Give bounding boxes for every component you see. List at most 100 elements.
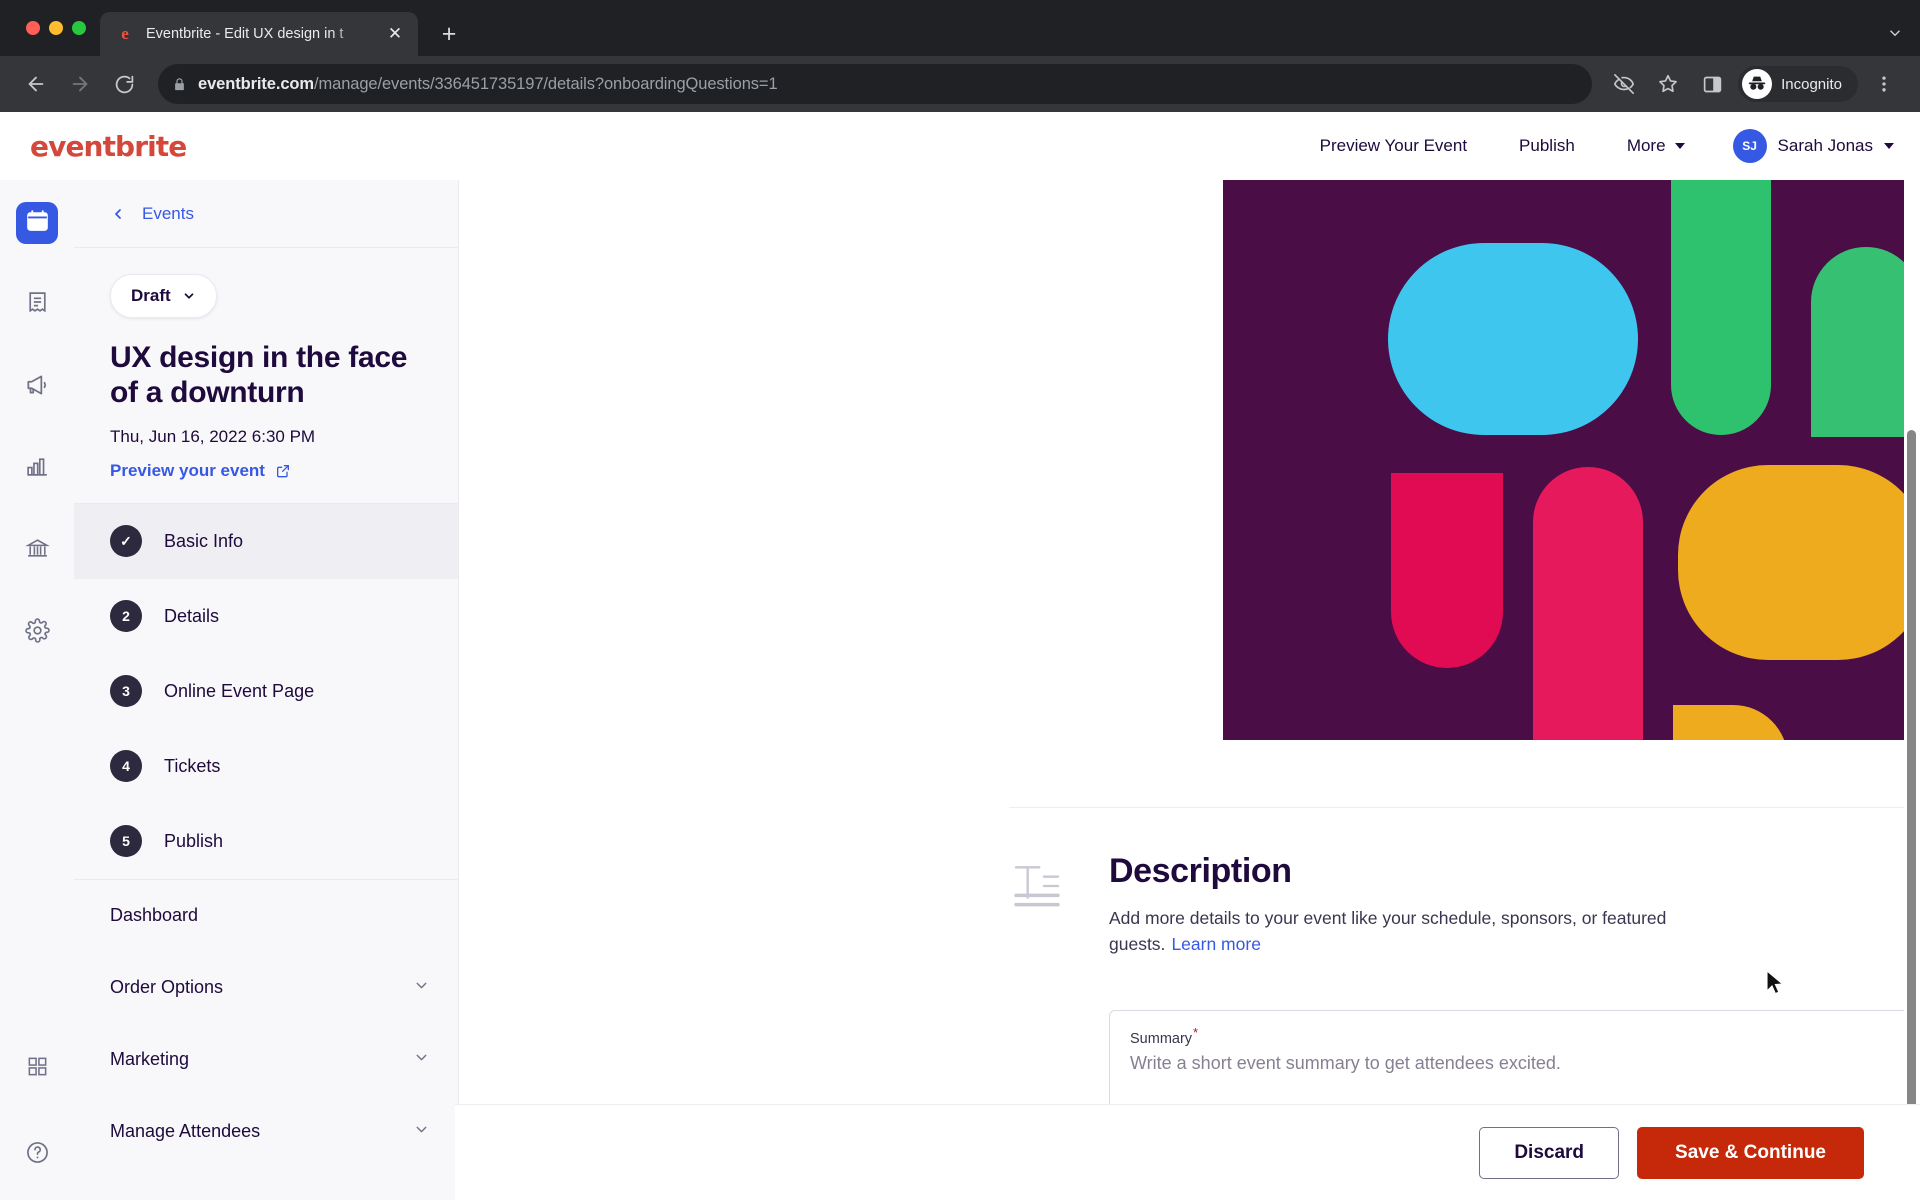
sidebar-item-publish[interactable]: 5 Publish	[74, 804, 458, 879]
step-badge-check: ✓	[110, 525, 142, 558]
address-bar[interactable]: eventbrite.com/manage/events/33645173519…	[158, 64, 1593, 104]
step-badge-2: 2	[110, 600, 142, 633]
discard-button[interactable]: Discard	[1479, 1126, 1620, 1179]
chevron-down-icon	[184, 293, 194, 299]
sidebar-item-dashboard[interactable]: Dashboard	[74, 880, 458, 952]
page-scrollbar-thumb[interactable]	[1907, 430, 1916, 1190]
chevron-down-icon	[413, 1121, 430, 1143]
event-datetime: Thu, Jun 16, 2022 6:30 PM	[110, 426, 316, 446]
icon-rail: 9	[0, 180, 74, 1200]
close-tab-icon[interactable]: ✕	[382, 21, 408, 47]
sidebar-item-label: Marketing	[110, 1049, 190, 1070]
url-path: /manage/events/336451735197/details?onbo…	[313, 74, 778, 93]
gear-icon	[24, 618, 50, 648]
app-header: eventbrite Preview Your Event Publish Mo…	[0, 112, 1920, 180]
chevron-down-icon	[413, 977, 430, 999]
banner-shape	[1391, 473, 1503, 668]
sidebar-item-details[interactable]: 2 Details	[74, 579, 458, 654]
eventbrite-favicon: e	[121, 24, 129, 43]
sidebar-item-online-event-page[interactable]: 3 Online Event Page	[74, 654, 458, 729]
preview-label: Preview your event	[110, 460, 265, 480]
chevron-down-icon[interactable]	[1886, 24, 1904, 45]
megaphone-icon	[24, 372, 50, 403]
page-scrollbar-track[interactable]	[1904, 180, 1920, 1200]
lock-icon	[172, 77, 187, 92]
sidebar-item-label: Dashboard	[110, 905, 199, 926]
sidebar-item-label: Online Event Page	[164, 680, 315, 701]
description-text-block: Description Add more details to your eve…	[1109, 852, 1709, 958]
eventbrite-logo[interactable]: eventbrite	[30, 130, 187, 163]
header-more-menu[interactable]: More	[1601, 136, 1711, 156]
rail-item-orders[interactable]	[16, 284, 58, 326]
minimize-window-button[interactable]	[49, 21, 63, 35]
calendar-icon: 9	[25, 208, 50, 238]
header-nav-label: Publish	[1519, 136, 1575, 155]
url-text: eventbrite.com/manage/events/33645173519…	[198, 75, 778, 94]
side-panel-icon[interactable]	[1692, 64, 1732, 104]
section-title: Description	[1109, 852, 1292, 890]
required-asterisk: *	[1193, 1024, 1199, 1040]
event-banner-image[interactable]	[1223, 180, 1920, 740]
section-subtitle: Add more details to your event like your…	[1109, 905, 1709, 958]
chevron-down-icon	[1674, 143, 1685, 149]
rail-item-reports[interactable]	[16, 448, 58, 490]
chevron-down-icon	[1884, 143, 1894, 149]
forward-icon[interactable]	[60, 64, 100, 104]
rail-item-settings[interactable]	[16, 612, 58, 654]
sidebar-item-label: Manage Attendees	[110, 1121, 261, 1142]
external-link-icon	[276, 464, 289, 478]
tab-strip: e Eventbrite - Edit UX design in t ✕ +	[0, 0, 1920, 56]
summary-placeholder: Write a short event summary to get atten…	[1130, 1053, 1561, 1074]
summary-input[interactable]: Summary* Write a short event summary to …	[1109, 1009, 1920, 1110]
rail-item-finance[interactable]	[16, 530, 58, 572]
star-icon[interactable]	[1648, 64, 1688, 104]
rail-bottom-group	[0, 1048, 74, 1176]
step-badge-5: 5	[110, 825, 142, 858]
browser-window: e Eventbrite - Edit UX design in t ✕ + e…	[0, 0, 1920, 1200]
avatar: SJ	[1732, 129, 1767, 163]
svg-text:9: 9	[35, 218, 40, 228]
banner-shape	[1671, 180, 1771, 435]
url-host: eventbrite.com	[198, 74, 314, 93]
sidebar-item-tickets[interactable]: 4 Tickets	[74, 729, 458, 804]
page-title: UX design in the face of a downturn	[110, 341, 408, 410]
sidebar-item-manage-attendees[interactable]: Manage Attendees	[74, 1096, 458, 1168]
user-menu[interactable]: SJ Sarah Jonas	[1711, 129, 1894, 163]
learn-more-link[interactable]: Learn more	[1171, 934, 1261, 954]
save-and-continue-button[interactable]: Save & Continue	[1637, 1126, 1864, 1179]
sidebar-item-order-options[interactable]: Order Options	[74, 952, 458, 1024]
sidebar-item-label: Basic Info	[164, 530, 244, 551]
header-publish[interactable]: Publish	[1493, 136, 1601, 156]
event-status-dropdown[interactable]: Draft	[110, 274, 217, 318]
browser-tab[interactable]: e Eventbrite - Edit UX design in t ✕	[100, 12, 418, 56]
kebab-menu-icon[interactable]	[1864, 64, 1904, 104]
mouse-cursor	[1766, 969, 1786, 1003]
rail-item-marketing[interactable]	[16, 366, 58, 408]
sidebar-item-basic-info[interactable]: ✓ Basic Info	[74, 503, 458, 579]
rail-item-apps[interactable]	[16, 1048, 58, 1090]
new-tab-button[interactable]: +	[432, 17, 466, 51]
eye-off-icon[interactable]	[1604, 64, 1644, 104]
back-icon[interactable]	[16, 64, 56, 104]
close-window-button[interactable]	[26, 21, 40, 35]
rail-item-calendar[interactable]: 9	[16, 202, 58, 244]
preview-event-link[interactable]: Preview your event	[110, 461, 434, 481]
banner-shape	[1533, 467, 1643, 740]
sidebar-item-marketing[interactable]: Marketing	[74, 1024, 458, 1096]
user-name: Sarah Jonas	[1777, 136, 1873, 155]
banner-shape	[1678, 465, 1920, 660]
incognito-avatar-icon	[1742, 69, 1773, 99]
maximize-window-button[interactable]	[72, 21, 86, 35]
header-preview-your-event[interactable]: Preview Your Event	[1294, 136, 1493, 156]
incognito-indicator[interactable]: Incognito	[1738, 66, 1858, 102]
rail-item-help[interactable]	[16, 1134, 58, 1176]
banner-shape	[1673, 705, 1788, 740]
chevron-left-icon	[115, 208, 121, 219]
reload-icon[interactable]	[104, 64, 144, 104]
description-header: Description Add more details to your eve…	[1009, 852, 1920, 958]
sidebar-item-label: Tickets	[164, 755, 221, 776]
main-content: Description Add more details to your eve…	[459, 180, 1920, 1200]
back-to-events-link[interactable]: Events	[74, 180, 458, 248]
header-nav: Preview Your Event Publish More SJ Sarah…	[1294, 129, 1894, 163]
banner-shape	[1388, 243, 1638, 435]
